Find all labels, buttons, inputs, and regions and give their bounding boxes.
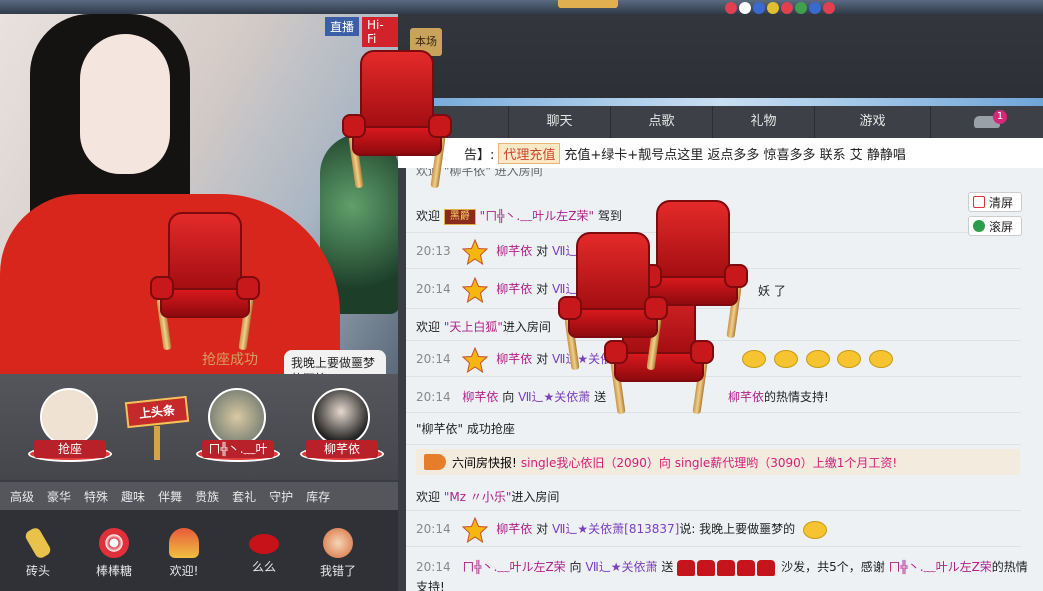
headline-pole — [154, 426, 160, 460]
seat-grab[interactable]: 抢座 — [28, 386, 112, 466]
gift-tab[interactable]: 套礼 — [232, 488, 256, 505]
grab-seat-button[interactable]: 抢座 — [34, 440, 106, 458]
gift-tab[interactable]: 趣味 — [121, 488, 145, 505]
star-icon — [462, 276, 489, 303]
smiley-icon — [869, 350, 894, 368]
vip-badge-icon: 黑爵 — [443, 208, 476, 225]
smiley-icon — [742, 350, 766, 368]
gift-kiss[interactable]: 么么 — [234, 528, 294, 575]
headline-button[interactable]: 上头条 — [124, 395, 190, 429]
cartoon-cat-icon — [323, 528, 353, 558]
brick-icon — [23, 526, 53, 560]
seat-2[interactable]: ㄇ╬丶.﹏叶 — [196, 386, 280, 466]
car-count-badge: 1 — [993, 110, 1007, 124]
seat-3[interactable]: 柳芊依 — [300, 386, 384, 466]
smiley-row — [738, 350, 894, 368]
tab-gift[interactable]: 礼物 — [712, 106, 814, 138]
chat-line: 欢迎 黑爵 "ㄇ╬丶.﹏叶ル左Z荣" 驾到 — [416, 208, 622, 225]
announcement-prefix: 告】: — [464, 147, 495, 163]
streamer-face — [80, 34, 170, 174]
chat-tabs: 聊天 点歌 礼物 游戏 1 — [398, 106, 1043, 138]
chat-line: "柳芊依" 成功抢座 — [416, 422, 515, 436]
sofa-icon — [737, 559, 756, 576]
sofa-icon — [677, 559, 696, 576]
gift-welcome[interactable]: 欢迎! — [154, 528, 214, 579]
smiley-icon — [773, 350, 798, 368]
chat-line: 欢迎 "天上白狐"进入房间 — [416, 320, 551, 334]
announcement-text: 充值+绿卡+靓号点这里 返点多多 惊喜多多 联系 艾 静静唱 — [564, 147, 906, 163]
chat-line-tail: 柳芊依的热情支持! — [728, 390, 829, 404]
gift-lollipop[interactable]: 棒棒糖 — [84, 528, 144, 579]
avatar — [312, 388, 370, 446]
sofa-icon — [697, 559, 716, 576]
gift-tab[interactable]: 豪华 — [47, 488, 71, 505]
gift-tab[interactable]: 特殊 — [84, 488, 108, 505]
divider — [406, 546, 1021, 547]
tab-chat[interactable]: 聊天 — [508, 106, 610, 138]
room-header — [398, 14, 1043, 106]
divider — [406, 510, 1021, 511]
speech-bubble: 我晚上要做噩梦的狂笑 — [284, 350, 386, 374]
chat-line: 20:14 柳芊依 向 Ⅶ辶★关依萧 送 — [416, 390, 607, 404]
speaker-icon — [424, 454, 446, 470]
seat-row: 抢座 上头条 ㄇ╬丶.﹏叶 柳芊依 — [0, 374, 398, 480]
live-badge: 直播 — [325, 17, 360, 36]
sofa-gift-animation — [150, 212, 260, 352]
divider — [406, 444, 1021, 445]
hifi-badge: Hi-Fi — [362, 17, 398, 47]
scroll-screen-button[interactable]: 滚屏 — [968, 216, 1022, 236]
gift-sorry[interactable]: 我错了 — [308, 528, 368, 579]
gift-category-tabs: 高级 豪华 特殊 趣味 伴舞 贵族 套礼 守护 库存 — [0, 482, 398, 510]
balloon-basket-icon — [169, 528, 199, 558]
sofa-icon — [717, 559, 736, 576]
avatar — [208, 388, 266, 446]
smiley-icon — [803, 520, 827, 539]
trash-icon — [973, 196, 985, 208]
lips-icon — [249, 534, 279, 554]
gift-tab[interactable]: 贵族 — [195, 488, 219, 505]
chat-line: 20:14 柳芊依 对 Ⅶ辶 — [416, 276, 577, 303]
avatar-placeholder — [40, 388, 98, 446]
star-icon — [462, 238, 489, 265]
top-banner — [0, 0, 1043, 14]
clear-screen-button[interactable]: 清屏 — [968, 192, 1022, 212]
gift-tab[interactable]: 伴舞 — [158, 488, 182, 505]
chat-line-wrap: 支持! — [416, 580, 445, 591]
grab-seat-success-text: 抢座成功 — [202, 352, 258, 368]
gift-tab[interactable]: 高级 — [10, 488, 34, 505]
chat-line: 20:14 柳芊依 对 Ⅶ辶★关依萧[813837]说: 我晚上要做噩梦的 — [416, 516, 827, 543]
tab-game[interactable]: 游戏 — [814, 106, 930, 138]
chat-line: 20:14 ㄇ╬丶.﹏叶ル左Z荣 向 Ⅶ辶★关依萧 送 沙发，共5个，感谢 ㄇ╬… — [416, 559, 1028, 576]
top-center-tag — [558, 0, 618, 8]
smiley-icon — [837, 350, 862, 368]
gift-tab[interactable]: 守护 — [269, 488, 293, 505]
star-icon — [462, 516, 489, 543]
seat-3-label: 柳芊依 — [306, 440, 378, 458]
chat-line: 欢迎 "Mz 〃小乐"进入房间 — [416, 490, 560, 504]
chat-line-tail: 妖 了 — [758, 284, 786, 298]
tab-song[interactable]: 点歌 — [610, 106, 712, 138]
express-news: 六间房快报! single我心依旧（2090）向 single薪代理哟（3090… — [416, 449, 1020, 475]
gift-list: 砖头 棒棒糖 欢迎! 么么 我错了 — [0, 510, 398, 591]
tab-car[interactable]: 1 — [930, 106, 1043, 138]
check-icon — [973, 220, 985, 232]
gift-tab[interactable]: 库存 — [306, 488, 330, 505]
star-icon — [462, 346, 489, 373]
sky-strip — [398, 98, 1043, 106]
gift-brick[interactable]: 砖头 — [8, 526, 68, 579]
lollipop-icon — [99, 528, 129, 558]
announcement-bar: 告】: 代理充值 充值+绿卡+靓号点这里 返点多多 惊喜多多 联系 艾 静静唱 — [398, 138, 1043, 168]
sofa-icon — [757, 559, 776, 576]
agent-recharge-button[interactable]: 代理充值 — [498, 142, 561, 164]
sofa-gift-animation — [342, 50, 452, 190]
sofa-gift-animation — [558, 232, 668, 372]
smiley-icon — [805, 350, 830, 368]
seat-2-label: ㄇ╬丶.﹏叶 — [202, 440, 274, 458]
